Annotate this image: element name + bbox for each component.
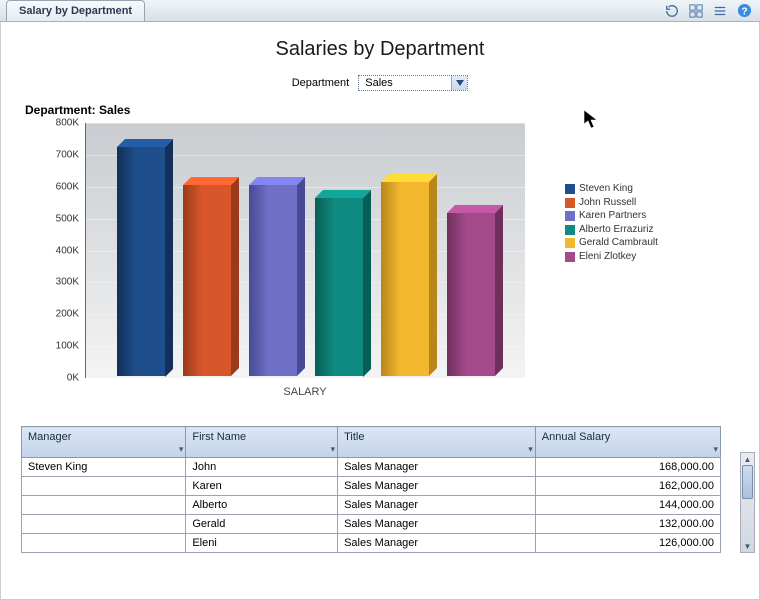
y-tick: 700K: [56, 149, 79, 160]
chevron-down-icon: ▾: [179, 444, 184, 455]
refresh-icon[interactable]: [664, 3, 680, 19]
column-header[interactable]: Annual Salary▾: [535, 427, 720, 458]
chevron-down-icon: [451, 76, 467, 90]
page-title: Salaries by Department: [21, 38, 739, 61]
table-row[interactable]: KarenSales Manager162,000.00: [22, 477, 721, 496]
legend-swatch: [565, 211, 575, 221]
legend-label: Gerald Cambrault: [579, 237, 658, 249]
cell-salary: 144,000.00: [535, 496, 720, 515]
bar[interactable]: [249, 185, 305, 376]
bars-container: [117, 123, 515, 376]
legend-item: John Russell: [565, 197, 658, 209]
cell-manager: [22, 515, 186, 534]
svg-text:?: ?: [741, 6, 747, 17]
legend-item: Eleni Zlotkey: [565, 251, 658, 263]
legend-swatch: [565, 198, 575, 208]
table-row[interactable]: EleniSales Manager126,000.00: [22, 534, 721, 553]
x-axis-label: SALARY: [85, 386, 525, 398]
column-header[interactable]: Manager▾: [22, 427, 186, 458]
table-row[interactable]: GeraldSales Manager132,000.00: [22, 515, 721, 534]
department-select-value: Sales: [365, 77, 393, 89]
y-tick: 0K: [67, 373, 79, 384]
bar[interactable]: [117, 147, 173, 377]
toolbar: Salary by Department ?: [0, 0, 760, 22]
cell-first-name: Karen: [186, 477, 338, 496]
chevron-down-icon: ▾: [331, 444, 336, 455]
tab-label: Salary by Department: [19, 5, 132, 17]
legend-label: Alberto Errazuriz: [579, 224, 653, 236]
scroll-up-icon[interactable]: ▲: [741, 453, 754, 465]
cell-title: Sales Manager: [338, 477, 536, 496]
cell-title: Sales Manager: [338, 515, 536, 534]
column-header[interactable]: Title▾: [338, 427, 536, 458]
legend-label: Steven King: [579, 183, 633, 195]
legend-swatch: [565, 225, 575, 235]
bar[interactable]: [315, 198, 371, 377]
cell-title: Sales Manager: [338, 458, 536, 477]
chevron-down-icon: ▾: [528, 444, 533, 455]
cell-salary: 162,000.00: [535, 477, 720, 496]
department-label: Department: [292, 77, 349, 89]
legend-label: John Russell: [579, 197, 636, 209]
legend-item: Gerald Cambrault: [565, 237, 658, 249]
cell-title: Sales Manager: [338, 534, 536, 553]
layout-icon[interactable]: [688, 3, 704, 19]
cell-first-name: John: [186, 458, 338, 477]
cell-first-name: Alberto: [186, 496, 338, 515]
table-row[interactable]: AlbertoSales Manager144,000.00: [22, 496, 721, 515]
y-tick: 800K: [56, 118, 79, 129]
list-icon[interactable]: [712, 3, 728, 19]
legend-item: Alberto Errazuriz: [565, 224, 658, 236]
legend-item: Steven King: [565, 183, 658, 195]
y-tick: 300K: [56, 277, 79, 288]
legend-swatch: [565, 252, 575, 262]
legend-label: Karen Partners: [579, 210, 646, 222]
help-icon[interactable]: ?: [736, 3, 752, 19]
y-tick: 400K: [56, 245, 79, 256]
content-scroll[interactable]: Salaries by Department Department Sales …: [0, 22, 760, 600]
cell-title: Sales Manager: [338, 496, 536, 515]
bar[interactable]: [183, 185, 239, 376]
bar[interactable]: [447, 213, 503, 376]
y-axis: 0K100K200K300K400K500K600K700K800K: [45, 123, 83, 378]
department-select[interactable]: Sales: [358, 75, 468, 91]
cell-salary: 126,000.00: [535, 534, 720, 553]
legend-swatch: [565, 238, 575, 248]
y-tick: 500K: [56, 213, 79, 224]
scroll-thumb[interactable]: [742, 465, 753, 499]
legend: Steven King John RussellKaren Partners Alb…: [565, 183, 658, 264]
table-scrollbar[interactable]: ▲ ▼: [740, 452, 755, 553]
legend-swatch: [565, 184, 575, 194]
table-row[interactable]: Steven KingJohnSales Manager168,000.00: [22, 458, 721, 477]
cell-first-name: Eleni: [186, 534, 338, 553]
bar[interactable]: [381, 182, 437, 376]
column-header[interactable]: First Name▾: [186, 427, 338, 458]
cell-manager: [22, 496, 186, 515]
tab-salary-by-department[interactable]: Salary by Department: [6, 0, 145, 21]
chevron-down-icon: ▾: [713, 444, 718, 455]
cell-salary: 168,000.00: [535, 458, 720, 477]
y-tick: 600K: [56, 181, 79, 192]
legend-item: Karen Partners: [565, 210, 658, 222]
cell-manager: [22, 477, 186, 496]
cell-salary: 132,000.00: [535, 515, 720, 534]
cell-manager: Steven King: [22, 458, 186, 477]
cell-manager: [22, 534, 186, 553]
salary-table: Manager▾First Name▾Title▾Annual Salary▾ …: [21, 426, 721, 553]
y-tick: 100K: [56, 341, 79, 352]
subheading-department: Department: Sales: [25, 103, 739, 117]
department-picker: Department Sales: [21, 75, 739, 91]
y-tick: 200K: [56, 309, 79, 320]
scroll-down-icon[interactable]: ▼: [741, 540, 754, 552]
cell-first-name: Gerald: [186, 515, 338, 534]
legend-label: Eleni Zlotkey: [579, 251, 636, 263]
salary-bar-chart: 0K100K200K300K400K500K600K700K800K SALAR…: [25, 123, 739, 398]
